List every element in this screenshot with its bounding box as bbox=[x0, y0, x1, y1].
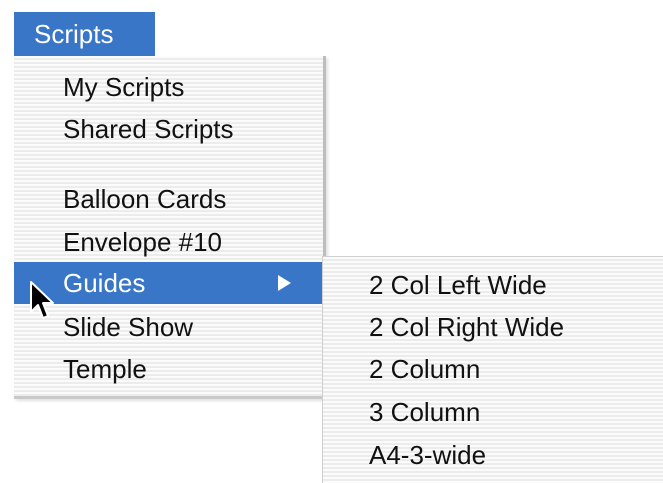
submenu-arrow-icon bbox=[278, 275, 291, 291]
menu-item-guides[interactable]: Guides bbox=[14, 262, 323, 304]
menu-item-envelope-10[interactable]: Envelope #10 bbox=[14, 221, 323, 263]
submenu-item-a4-3-wide[interactable]: A4-3-wide bbox=[322, 434, 663, 476]
menu-item-shared-scripts[interactable]: Shared Scripts bbox=[14, 108, 323, 150]
menu-item-balloon-cards[interactable]: Balloon Cards bbox=[14, 178, 323, 220]
submenu-item-2-col-right-wide[interactable]: 2 Col Right Wide bbox=[322, 306, 663, 348]
submenu-top-border bbox=[323, 256, 663, 257]
menu-item-temple[interactable]: Temple bbox=[14, 348, 323, 390]
scripts-menu-title[interactable]: Scripts bbox=[14, 12, 155, 56]
mouse-pointer-icon bbox=[30, 281, 54, 319]
submenu-item-3-column[interactable]: 3 Column bbox=[322, 391, 663, 433]
menu-item-slide-show[interactable]: Slide Show bbox=[14, 306, 323, 348]
submenu-item-2-col-left-wide[interactable]: 2 Col Left Wide bbox=[322, 264, 663, 306]
submenu-item-2-column[interactable]: 2 Column bbox=[322, 348, 663, 390]
menu-item-my-scripts[interactable]: My Scripts bbox=[14, 66, 323, 108]
